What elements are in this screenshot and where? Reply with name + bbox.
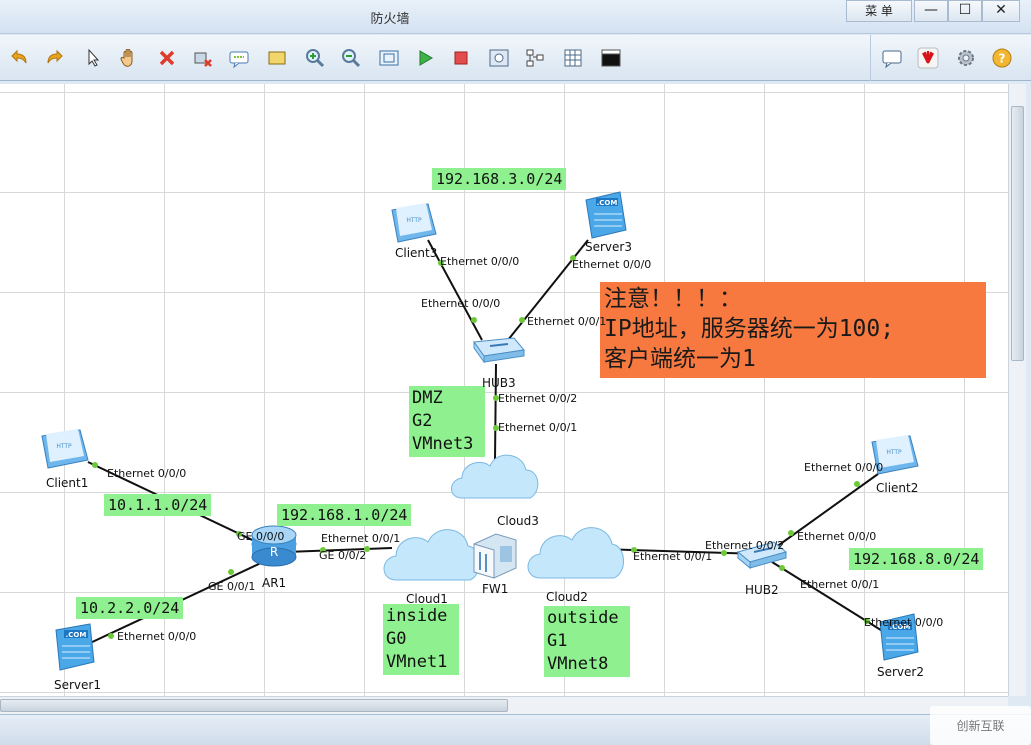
capture-icon[interactable] — [486, 45, 512, 71]
fit-icon[interactable] — [376, 45, 402, 71]
svg-text:R: R — [270, 545, 278, 559]
client3-icon: HTTP — [391, 203, 437, 243]
status-bar — [0, 714, 1031, 745]
cloud2-icon — [527, 527, 624, 579]
watermark: 创新互联 — [930, 706, 1031, 745]
device-label-fw1[interactable]: FW1 — [482, 582, 508, 596]
fw1-icon — [473, 533, 517, 579]
horizontal-scroll-thumb[interactable] — [0, 699, 508, 712]
device-label-client2[interactable]: Client2 — [876, 481, 918, 495]
port-label: Ethernet 0/0/1 — [800, 578, 880, 591]
settings-icon[interactable] — [953, 45, 979, 71]
close-button[interactable]: ✕ — [982, 0, 1020, 22]
device-label-server1[interactable]: Server1 — [54, 678, 101, 692]
title-bar: 防火墙 菜 单 — ☐ ✕ — [0, 0, 1031, 34]
redo-icon[interactable] — [42, 45, 68, 71]
svg-text:HTTP: HTTP — [56, 443, 72, 450]
device-label-server2[interactable]: Server2 — [877, 665, 924, 679]
port-label: Ethernet 0/0/0 — [117, 630, 197, 643]
topology-icon[interactable] — [522, 45, 548, 71]
chat-icon[interactable] — [879, 45, 905, 71]
note-box[interactable]: 注意！！！： IP地址，服务器统一为100; 客户端统一为1 — [600, 282, 986, 378]
port-label: Ethernet 0/0/1 — [498, 421, 578, 434]
subnet-server1[interactable]: 10.2.2.0/24 — [76, 597, 184, 619]
help-icon[interactable]: ? — [989, 45, 1015, 71]
device-label-hub3[interactable]: HUB3 — [482, 376, 516, 390]
grid-icon[interactable] — [560, 45, 586, 71]
device-label-ar1[interactable]: AR1 — [262, 576, 286, 590]
stop-icon[interactable] — [448, 45, 474, 71]
port-label: Ethernet 0/0/0 — [572, 258, 652, 271]
vertical-scrollbar[interactable] — [1008, 84, 1026, 696]
delete-icon[interactable] — [154, 45, 180, 71]
zoom-out-icon[interactable] — [338, 45, 364, 71]
rectangle-icon[interactable] — [264, 45, 290, 71]
subnet-outside[interactable]: 192.168.8.0/24 — [849, 548, 984, 570]
topology-canvas[interactable]: HTTP .COM HTTP R .COM HTTP .COM 192.168.… — [0, 84, 1008, 696]
window-title: 防火墙 — [370, 12, 410, 27]
delete-link-icon[interactable] — [190, 45, 216, 71]
maximize-button[interactable]: ☐ — [948, 0, 982, 22]
terminal-icon[interactable] — [598, 45, 624, 71]
huawei-icon[interactable] — [915, 45, 941, 71]
port-label: Ethernet 0/0/0 — [797, 530, 877, 543]
port-label: Ethernet 0/0/2 — [705, 539, 785, 552]
port-label: Ethernet 0/0/0 — [864, 616, 944, 629]
text-icon[interactable] — [226, 45, 252, 71]
svg-text:HTTP: HTTP — [886, 449, 902, 456]
port-label: GE 0/0/1 — [208, 580, 256, 593]
toolbar-right-group: ? — [870, 35, 1020, 81]
port-label: GE 0/0/2 — [319, 549, 367, 562]
svg-text:HTTP: HTTP — [406, 217, 422, 224]
zone-inside-label[interactable]: inside G0 VMnet1 — [383, 604, 459, 675]
port-label: Ethernet 0/0/0 — [440, 255, 520, 268]
start-icon[interactable] — [412, 45, 438, 71]
device-label-cloud1[interactable]: Cloud1 — [406, 592, 448, 606]
minimize-button[interactable]: — — [914, 0, 948, 22]
hub3-icon — [473, 337, 525, 364]
toolbar: ? — [0, 35, 1031, 81]
zone-outside-label[interactable]: outside G1 VMnet8 — [544, 606, 630, 677]
vertical-scroll-thumb[interactable] — [1011, 106, 1024, 361]
port-label: Ethernet 0/0/0 — [804, 461, 884, 474]
device-label-cloud2[interactable]: Cloud2 — [546, 590, 588, 604]
horizontal-scrollbar[interactable] — [0, 696, 1008, 714]
subnet-client1[interactable]: 10.1.1.0/24 — [104, 494, 212, 516]
port-label: Ethernet 0/0/1 — [527, 315, 607, 328]
device-label-client3[interactable]: Client3 — [395, 246, 437, 260]
device-label-cloud3[interactable]: Cloud3 — [497, 514, 539, 528]
subnet-dmz[interactable]: 192.168.3.0/24 — [432, 168, 567, 190]
subnet-inside[interactable]: 192.168.1.0/24 — [277, 504, 412, 526]
cloud3-icon — [451, 454, 539, 499]
undo-icon[interactable] — [6, 45, 32, 71]
zone-dmz-label[interactable]: DMZ G2 VMnet3 — [409, 386, 485, 457]
svg-text:?: ? — [999, 52, 1006, 66]
hand-icon[interactable] — [116, 45, 142, 71]
port-label: Ethernet 0/0/2 — [498, 392, 578, 405]
pointer-icon[interactable] — [80, 45, 106, 71]
port-label: Ethernet 0/0/0 — [107, 467, 187, 480]
menu-button[interactable]: 菜 单 — [846, 0, 912, 22]
zoom-in-icon[interactable] — [302, 45, 328, 71]
device-label-client1[interactable]: Client1 — [46, 476, 88, 490]
port-label: Ethernet 0/0/1 — [633, 550, 713, 563]
svg-text:.COM: .COM — [66, 631, 87, 639]
port-label: Ethernet 0/0/1 — [321, 532, 401, 545]
device-label-hub2[interactable]: HUB2 — [745, 583, 779, 597]
server1-icon: .COM — [55, 623, 95, 671]
port-label: GE 0/0/0 — [237, 530, 285, 543]
port-label: Ethernet 0/0/0 — [421, 297, 501, 310]
client1-icon: HTTP — [41, 429, 89, 469]
device-label-server3[interactable]: Server3 — [585, 240, 632, 254]
svg-text:.COM: .COM — [597, 199, 618, 207]
server3-icon: .COM — [585, 191, 627, 239]
